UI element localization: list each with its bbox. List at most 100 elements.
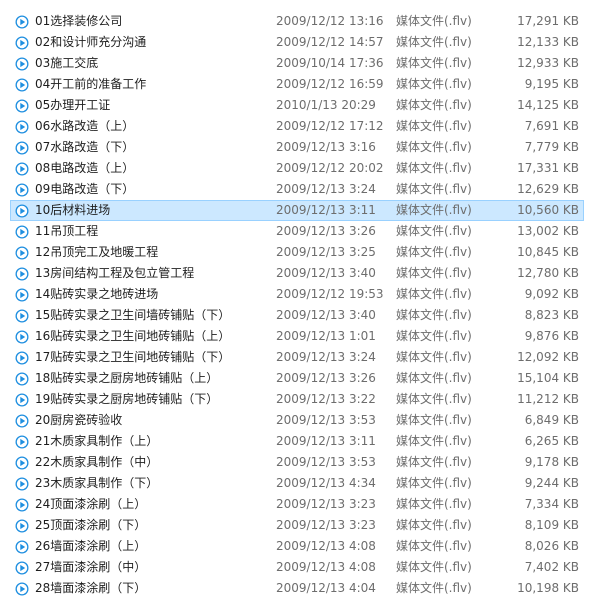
flv-video-icon bbox=[15, 267, 29, 281]
file-row[interactable]: 08电路改造（上） 2009/12/12 20:02 媒体文件(.flv) 17,33… bbox=[10, 158, 584, 179]
file-row[interactable]: 25顶面漆涂刷（下） 2009/12/13 3:23 媒体文件(.flv) 8,109… bbox=[10, 515, 584, 536]
flv-video-icon bbox=[15, 498, 29, 512]
file-type: 媒体文件(.flv) bbox=[396, 539, 472, 553]
file-size: 11,212 KB bbox=[517, 392, 579, 406]
file-type: 媒体文件(.flv) bbox=[396, 350, 472, 364]
file-name: 19贴砖实录之厨房地砖铺贴（下） bbox=[35, 392, 219, 406]
file-type: 媒体文件(.flv) bbox=[396, 392, 472, 406]
flv-video-icon bbox=[15, 330, 29, 344]
file-size: 9,244 KB bbox=[524, 476, 579, 490]
flv-video-icon bbox=[15, 372, 29, 386]
file-row[interactable]: 27墙面漆涂刷（中） 2009/12/13 4:08 媒体文件(.flv) 7,402… bbox=[10, 557, 584, 578]
file-name: 15贴砖实录之卫生间墙砖铺贴（下） bbox=[35, 308, 231, 322]
flv-video-icon bbox=[15, 99, 29, 113]
file-type: 媒体文件(.flv) bbox=[396, 182, 472, 196]
file-name: 26墙面漆涂刷（上） bbox=[35, 539, 147, 553]
file-size: 12,780 KB bbox=[517, 266, 579, 280]
file-row[interactable]: 01选择装修公司 2009/12/12 13:16 媒体文件(.flv) 17,291… bbox=[10, 11, 584, 32]
file-name: 02和设计师充分沟通 bbox=[35, 35, 147, 49]
file-size: 10,198 KB bbox=[517, 581, 579, 595]
file-size: 6,265 KB bbox=[524, 434, 579, 448]
file-type: 媒体文件(.flv) bbox=[396, 329, 472, 343]
flv-video-icon bbox=[15, 435, 29, 449]
file-row[interactable]: 13房间结构工程及包立管工程 2009/12/13 3:40 媒体文件(.flv) 1… bbox=[10, 263, 584, 284]
file-size: 6,849 KB bbox=[524, 413, 579, 427]
file-name: 16贴砖实录之卫生间地砖铺贴（上） bbox=[35, 329, 231, 343]
file-type: 媒体文件(.flv) bbox=[396, 581, 472, 595]
file-row[interactable]: 15贴砖实录之卫生间墙砖铺贴（下） 2009/12/13 3:40 媒体文件(.fl… bbox=[10, 305, 584, 326]
file-row[interactable]: 02和设计师充分沟通 2009/12/12 14:57 媒体文件(.flv) 12,1… bbox=[10, 32, 584, 53]
file-type: 媒体文件(.flv) bbox=[396, 497, 472, 511]
file-name: 04开工前的准备工作 bbox=[35, 77, 147, 91]
file-size: 7,402 KB bbox=[524, 560, 579, 574]
file-type: 媒体文件(.flv) bbox=[396, 560, 472, 574]
flv-video-icon bbox=[15, 540, 29, 554]
file-row[interactable]: 26墙面漆涂刷（上） 2009/12/13 4:08 媒体文件(.flv) 8,026… bbox=[10, 536, 584, 557]
file-row[interactable]: 16贴砖实录之卫生间地砖铺贴（上） 2009/12/13 1:01 媒体文件(.fl… bbox=[10, 326, 584, 347]
file-row[interactable]: 07水路改造（下） 2009/12/13 3:16 媒体文件(.flv) 7,779 … bbox=[10, 137, 584, 158]
file-size: 12,092 KB bbox=[517, 350, 579, 364]
file-row[interactable]: 23木质家具制作（下） 2009/12/13 4:34 媒体文件(.flv) 9,24… bbox=[10, 473, 584, 494]
file-name: 01选择装修公司 bbox=[35, 14, 123, 28]
file-row[interactable]: 28墙面漆涂刷（下） 2009/12/13 4:04 媒体文件(.flv) 10,19… bbox=[10, 578, 584, 599]
file-name: 22木质家具制作（中） bbox=[35, 455, 159, 469]
file-date: 2009/12/13 3:23 bbox=[276, 497, 376, 511]
file-type: 媒体文件(.flv) bbox=[396, 35, 472, 49]
file-size: 7,779 KB bbox=[524, 140, 579, 154]
file-type: 媒体文件(.flv) bbox=[396, 287, 472, 301]
file-row[interactable]: 12吊顶完工及地暖工程 2009/12/13 3:25 媒体文件(.flv) 10,8… bbox=[10, 242, 584, 263]
file-name: 10后材料进场 bbox=[35, 203, 111, 217]
file-size: 9,178 KB bbox=[524, 455, 579, 469]
file-date: 2009/12/13 3:26 bbox=[276, 371, 376, 385]
file-type: 媒体文件(.flv) bbox=[396, 434, 472, 448]
file-date: 2010/1/13 20:29 bbox=[276, 98, 376, 112]
file-row[interactable]: 10后材料进场 2009/12/13 3:11 媒体文件(.flv) 10,560 K… bbox=[10, 200, 584, 221]
file-date: 2009/12/13 3:23 bbox=[276, 518, 376, 532]
flv-video-icon bbox=[15, 15, 29, 29]
file-date: 2009/12/13 1:01 bbox=[276, 329, 376, 343]
flv-video-icon bbox=[15, 57, 29, 71]
file-row[interactable]: 06水路改造（上） 2009/12/12 17:12 媒体文件(.flv) 7,691… bbox=[10, 116, 584, 137]
file-row[interactable]: 05办理开工证 2010/1/13 20:29 媒体文件(.flv) 14,125 K… bbox=[10, 95, 584, 116]
file-row[interactable]: 03施工交底 2009/10/14 17:36 媒体文件(.flv) 12,933 K… bbox=[10, 53, 584, 74]
file-size: 12,133 KB bbox=[517, 35, 579, 49]
file-row[interactable]: 21木质家具制作（上） 2009/12/13 3:11 媒体文件(.flv) 6,26… bbox=[10, 431, 584, 452]
file-list[interactable]: 01选择装修公司 2009/12/12 13:16 媒体文件(.flv) 17,291… bbox=[0, 0, 608, 599]
file-date: 2009/12/13 3:25 bbox=[276, 245, 376, 259]
file-row[interactable]: 18贴砖实录之厨房地砖铺贴（上） 2009/12/13 3:26 媒体文件(.flv… bbox=[10, 368, 584, 389]
file-row[interactable]: 14贴砖实录之地砖进场 2009/12/12 19:53 媒体文件(.flv) 9,0… bbox=[10, 284, 584, 305]
file-row[interactable]: 22木质家具制作（中） 2009/12/13 3:53 媒体文件(.flv) 9,17… bbox=[10, 452, 584, 473]
file-type: 媒体文件(.flv) bbox=[396, 413, 472, 427]
file-date: 2009/12/13 4:08 bbox=[276, 539, 376, 553]
file-row[interactable]: 20厨房瓷砖验收 2009/12/13 3:53 媒体文件(.flv) 6,849 K… bbox=[10, 410, 584, 431]
file-name: 23木质家具制作（下） bbox=[35, 476, 159, 490]
file-date: 2009/12/13 3:22 bbox=[276, 392, 376, 406]
file-size: 12,933 KB bbox=[517, 56, 579, 70]
file-size: 10,845 KB bbox=[517, 245, 579, 259]
flv-video-icon bbox=[15, 141, 29, 155]
file-name: 11吊顶工程 bbox=[35, 224, 99, 238]
flv-video-icon bbox=[15, 309, 29, 323]
file-name: 13房间结构工程及包立管工程 bbox=[35, 266, 195, 280]
file-type: 媒体文件(.flv) bbox=[396, 140, 472, 154]
file-name: 09电路改造（下） bbox=[35, 182, 135, 196]
file-name: 14贴砖实录之地砖进场 bbox=[35, 287, 159, 301]
file-size: 13,002 KB bbox=[517, 224, 579, 238]
file-row[interactable]: 11吊顶工程 2009/12/13 3:26 媒体文件(.flv) 13,002 KB bbox=[10, 221, 584, 242]
file-type: 媒体文件(.flv) bbox=[396, 77, 472, 91]
flv-video-icon bbox=[15, 561, 29, 575]
file-date: 2009/12/12 16:59 bbox=[276, 77, 384, 91]
flv-video-icon bbox=[15, 183, 29, 197]
file-row[interactable]: 19贴砖实录之厨房地砖铺贴（下） 2009/12/13 3:22 媒体文件(.flv… bbox=[10, 389, 584, 410]
file-row[interactable]: 04开工前的准备工作 2009/12/12 16:59 媒体文件(.flv) 9,19… bbox=[10, 74, 584, 95]
flv-video-icon bbox=[15, 36, 29, 50]
file-date: 2009/12/13 3:24 bbox=[276, 350, 376, 364]
file-type: 媒体文件(.flv) bbox=[396, 455, 472, 469]
file-row[interactable]: 17贴砖实录之卫生间地砖铺贴（下） 2009/12/13 3:24 媒体文件(.fl… bbox=[10, 347, 584, 368]
file-name: 20厨房瓷砖验收 bbox=[35, 413, 123, 427]
file-row[interactable]: 24顶面漆涂刷（上） 2009/12/13 3:23 媒体文件(.flv) 7,334… bbox=[10, 494, 584, 515]
flv-video-icon bbox=[15, 204, 29, 218]
file-type: 媒体文件(.flv) bbox=[396, 308, 472, 322]
file-row[interactable]: 09电路改造（下） 2009/12/13 3:24 媒体文件(.flv) 12,629… bbox=[10, 179, 584, 200]
flv-video-icon bbox=[15, 519, 29, 533]
